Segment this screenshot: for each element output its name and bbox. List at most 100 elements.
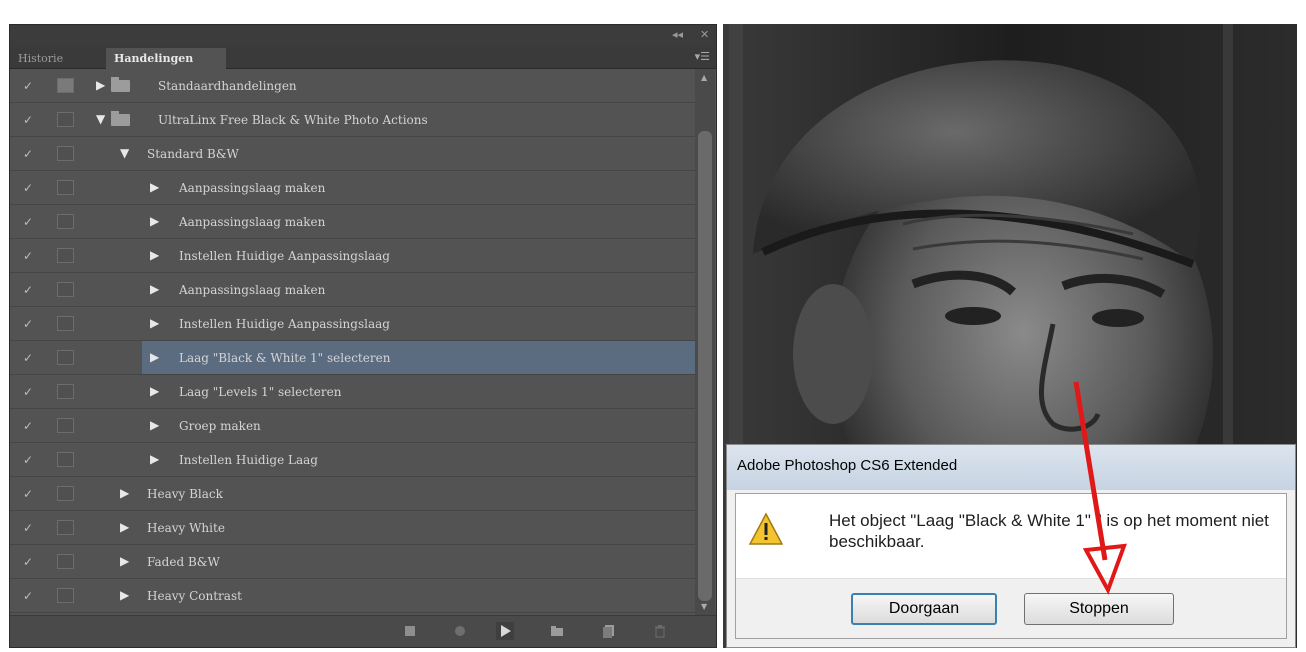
action-row-label: Instellen Huidige Aanpassingslaag xyxy=(179,317,390,331)
toggle-dialog-checkbox[interactable] xyxy=(57,282,74,297)
action-row[interactable]: ✓ ▶ Aanpassingslaag maken xyxy=(10,273,695,307)
toggle-item-checkbox[interactable]: ✓ xyxy=(20,588,36,604)
toggle-item-checkbox[interactable]: ✓ xyxy=(20,146,36,162)
expand-triangle-icon[interactable]: ▶ xyxy=(150,383,159,399)
tab-handelingen[interactable]: Handelingen xyxy=(106,48,226,69)
action-row[interactable]: ✓ ▼ Standard B&W xyxy=(10,137,695,171)
expand-triangle-icon[interactable]: ▶ xyxy=(150,349,159,365)
collapse-triangle-icon[interactable]: ▼ xyxy=(120,145,129,161)
toggle-dialog-checkbox[interactable] xyxy=(57,418,74,433)
toggle-dialog-checkbox[interactable] xyxy=(57,588,74,603)
dialog-body: Het object "Laag "Black & White 1" " is … xyxy=(735,493,1287,639)
play-icon[interactable] xyxy=(496,622,514,640)
toggle-dialog-checkbox[interactable] xyxy=(57,452,74,467)
toggle-item-checkbox[interactable]: ✓ xyxy=(20,214,36,230)
folder-icon xyxy=(111,77,130,92)
panel-title-bar: ◂◂ ✕ xyxy=(10,25,716,47)
action-row[interactable]: ✓ ▶ Standaardhandelingen xyxy=(10,69,695,103)
action-row-label: Heavy White xyxy=(147,521,225,535)
action-row[interactable]: ✓ ▶ Groep maken xyxy=(10,409,695,443)
actions-toolbar xyxy=(10,615,716,647)
action-row[interactable]: ✓ ▶ Laag "Levels 1" selecteren xyxy=(10,375,695,409)
scroll-up-icon[interactable]: ▲ xyxy=(701,73,707,82)
toggle-item-checkbox[interactable]: ✓ xyxy=(20,486,36,502)
action-row-label: Aanpassingslaag maken xyxy=(179,283,326,297)
expand-triangle-icon[interactable]: ▶ xyxy=(150,213,159,229)
toggle-dialog-checkbox[interactable] xyxy=(57,486,74,501)
dialog-title: Adobe Photoshop CS6 Extended xyxy=(727,445,1295,490)
new-set-icon[interactable] xyxy=(550,624,564,638)
toggle-dialog-checkbox[interactable] xyxy=(57,78,74,93)
action-row-label: Instellen Huidige Laag xyxy=(179,453,318,467)
expand-triangle-icon[interactable]: ▶ xyxy=(120,485,129,501)
action-row[interactable]: ✓ ▶ Faded B&W xyxy=(10,545,695,579)
toggle-item-checkbox[interactable]: ✓ xyxy=(20,350,36,366)
action-row[interactable]: ✓ ▶ Heavy Black xyxy=(10,477,695,511)
stop-button[interactable]: Stoppen xyxy=(1024,593,1174,625)
action-row-label: Standard B&W xyxy=(147,147,239,161)
action-row[interactable]: ✓ ▶ Aanpassingslaag maken xyxy=(10,205,695,239)
record-icon[interactable] xyxy=(453,624,467,638)
action-row[interactable]: ✓ ▶ Instellen Huidige Laag xyxy=(10,443,695,477)
toggle-item-checkbox[interactable]: ✓ xyxy=(20,78,36,94)
toggle-item-checkbox[interactable]: ✓ xyxy=(20,316,36,332)
action-row-label: Standaardhandelingen xyxy=(158,79,297,93)
action-row[interactable]: ✓ ▶ Laag "Black & White 1" selecteren xyxy=(10,341,695,375)
expand-triangle-icon[interactable]: ▶ xyxy=(150,179,159,195)
action-row-label: Aanpassingslaag maken xyxy=(179,215,326,229)
tab-historie[interactable]: Historie xyxy=(10,48,71,69)
toggle-dialog-checkbox[interactable] xyxy=(57,180,74,195)
collapse-panel-icon[interactable]: ◂◂ xyxy=(672,28,683,42)
action-row[interactable]: ✓ ▶ Instellen Huidige Aanpassingslaag xyxy=(10,307,695,341)
toggle-dialog-checkbox[interactable] xyxy=(57,146,74,161)
expand-triangle-icon[interactable]: ▶ xyxy=(150,417,159,433)
expand-triangle-icon[interactable]: ▶ xyxy=(120,519,129,535)
scrollbar-thumb[interactable] xyxy=(698,131,712,601)
stop-icon[interactable] xyxy=(403,624,417,638)
delete-icon[interactable] xyxy=(653,624,667,638)
expand-triangle-icon[interactable]: ▶ xyxy=(120,553,129,569)
toggle-dialog-checkbox[interactable] xyxy=(57,112,74,127)
action-row-label: Groep maken xyxy=(179,419,261,433)
scroll-down-icon[interactable]: ▼ xyxy=(701,602,707,611)
action-row-label: Aanpassingslaag maken xyxy=(179,181,326,195)
scrollbar[interactable]: ▲ ▼ xyxy=(695,69,715,615)
toggle-dialog-checkbox[interactable] xyxy=(57,214,74,229)
expand-triangle-icon[interactable]: ▶ xyxy=(150,281,159,297)
expand-triangle-icon[interactable]: ▶ xyxy=(150,451,159,467)
toggle-item-checkbox[interactable]: ✓ xyxy=(20,248,36,264)
toggle-dialog-checkbox[interactable] xyxy=(57,554,74,569)
panel-menu-icon[interactable]: ▾☰ xyxy=(695,50,710,63)
action-row[interactable]: ✓ ▶ Aanpassingslaag maken xyxy=(10,171,695,205)
expand-triangle-icon[interactable]: ▶ xyxy=(150,315,159,331)
action-row[interactable]: ✓ ▼ UltraLinx Free Black & White Photo Act… xyxy=(10,103,695,137)
expand-triangle-icon[interactable]: ▶ xyxy=(150,247,159,263)
toggle-dialog-checkbox[interactable] xyxy=(57,350,74,365)
action-row-label: Instellen Huidige Aanpassingslaag xyxy=(179,249,390,263)
continue-button[interactable]: Doorgaan xyxy=(851,593,997,625)
expand-triangle-icon[interactable]: ▶ xyxy=(120,587,129,603)
toggle-item-checkbox[interactable]: ✓ xyxy=(20,452,36,468)
toggle-dialog-checkbox[interactable] xyxy=(57,316,74,331)
panel-tabs: Historie Handelingen ▾☰ xyxy=(10,47,716,69)
toggle-item-checkbox[interactable]: ✓ xyxy=(20,418,36,434)
toggle-item-checkbox[interactable]: ✓ xyxy=(20,520,36,536)
toggle-item-checkbox[interactable]: ✓ xyxy=(20,384,36,400)
close-panel-icon[interactable]: ✕ xyxy=(700,28,709,42)
toggle-item-checkbox[interactable]: ✓ xyxy=(20,554,36,570)
toggle-dialog-checkbox[interactable] xyxy=(57,248,74,263)
action-row[interactable]: ✓ ▶ Instellen Huidige Aanpassingslaag xyxy=(10,239,695,273)
expand-triangle-icon[interactable]: ▶ xyxy=(96,77,105,93)
actions-list: ✓ ▶ Standaardhandelingen ✓ ▼ UltraLinx Free B… xyxy=(10,69,695,615)
collapse-triangle-icon[interactable]: ▼ xyxy=(96,111,105,127)
new-action-icon[interactable] xyxy=(602,624,616,638)
action-row[interactable]: ✓ ▶ Heavy White xyxy=(10,511,695,545)
action-row[interactable]: ✓ ▶ Heavy Contrast xyxy=(10,579,695,613)
toggle-item-checkbox[interactable]: ✓ xyxy=(20,180,36,196)
toggle-dialog-checkbox[interactable] xyxy=(57,520,74,535)
actions-panel: ◂◂ ✕ Historie Handelingen ▾☰ ✓ ▶ Standaard… xyxy=(9,24,717,648)
toggle-item-checkbox[interactable]: ✓ xyxy=(20,112,36,128)
action-row-label: Heavy Contrast xyxy=(147,589,242,603)
toggle-item-checkbox[interactable]: ✓ xyxy=(20,282,36,298)
toggle-dialog-checkbox[interactable] xyxy=(57,384,74,399)
